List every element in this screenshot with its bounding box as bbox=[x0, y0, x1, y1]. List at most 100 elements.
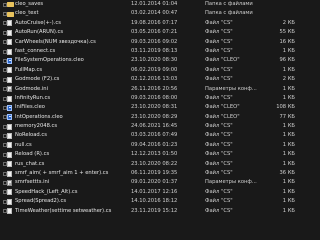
file-size: 1 КБ bbox=[282, 66, 295, 73]
file-date: 23.10.2020 08:29 bbox=[131, 113, 178, 120]
file-date: 24.06.2021 16:45 bbox=[131, 123, 178, 130]
file-date: 03.03.2016 07:49 bbox=[131, 132, 178, 139]
file-size: 1 КБ bbox=[282, 198, 295, 205]
file-date: 14.10.2016 18:12 bbox=[131, 198, 178, 205]
file-date: 03.11.2019 08:13 bbox=[131, 47, 178, 54]
file-type: Файл "CLEO" bbox=[205, 113, 240, 120]
file-name: cleo_text bbox=[15, 10, 39, 17]
file-row[interactable]: FullMap.cs 06.02.2019 09:00 Файл "CS" 1 … bbox=[0, 66, 301, 75]
file-icon bbox=[7, 161, 12, 168]
file-name: IntOperations.cleo bbox=[15, 113, 63, 120]
file-date: 23.11.2019 15:12 bbox=[131, 207, 178, 214]
file-name: cleo_saves bbox=[15, 1, 44, 7]
file-date: 12.12.2013 01:50 bbox=[131, 151, 178, 158]
file-size: 77 КБ bbox=[279, 113, 296, 120]
file-type: Файл "CS" bbox=[205, 198, 233, 205]
file-icon bbox=[7, 76, 12, 83]
file-size: 55 КБ bbox=[279, 29, 296, 36]
file-type: Файл "CS" bbox=[205, 47, 233, 54]
file-type: Файл "CS" bbox=[205, 38, 233, 45]
app-icon bbox=[7, 114, 12, 121]
file-row[interactable]: AutoCruise(+-).cs 19.08.2016 07:17 Файл … bbox=[0, 19, 301, 28]
app-icon bbox=[7, 104, 12, 111]
file-date: 23.10.2020 08:30 bbox=[131, 57, 178, 64]
file-date: 12.01.2014 01:04 bbox=[131, 1, 178, 7]
file-row[interactable]: fast_connect.cs 03.11.2019 08:13 Файл "C… bbox=[0, 47, 301, 56]
file-name: smrfsettts.ini bbox=[15, 179, 50, 186]
file-date: 23.10.2020 08:22 bbox=[131, 160, 178, 167]
file-row[interactable]: smrfsettts.ini 09.01.2020 01:37 Параметр… bbox=[0, 178, 301, 187]
file-row[interactable]: CarWheels(NUM звездочка).cs 09.03.2016 0… bbox=[0, 38, 301, 47]
file-row[interactable]: Godmode (F2).cs 02.12.2016 13:03 Файл "C… bbox=[0, 75, 301, 84]
file-size: 1 КБ bbox=[282, 123, 295, 130]
file-row[interactable]: smrf_aim( + smrf_aim 1 + enter).cs 06.11… bbox=[0, 169, 301, 178]
file-type: Файл "CLEO" bbox=[205, 57, 240, 64]
file-icon bbox=[7, 39, 12, 46]
file-size: 36 КБ bbox=[279, 170, 296, 177]
file-type: Папка с файлами bbox=[205, 10, 253, 17]
file-name: fast_connect.cs bbox=[15, 47, 56, 54]
file-icon bbox=[7, 20, 12, 27]
file-list: cleo_saves 12.01.2014 01:04 Папка с файл… bbox=[0, 0, 301, 216]
file-size: 1 КБ bbox=[282, 47, 295, 54]
file-name: AutoRun(ARUN).cs bbox=[15, 29, 64, 36]
file-type: Параметры конф... bbox=[205, 85, 257, 92]
file-icon bbox=[7, 189, 12, 196]
folder-icon bbox=[7, 11, 14, 17]
file-row[interactable]: Reload (R).cs 12.12.2013 01:50 Файл "CS"… bbox=[0, 150, 301, 159]
file-icon bbox=[7, 123, 12, 130]
file-row[interactable]: null.cs 09.04.2016 01:23 Файл "CS" 1 КБ bbox=[0, 141, 301, 150]
folder-icon bbox=[7, 2, 14, 8]
file-date: 06.02.2019 09:00 bbox=[131, 66, 178, 73]
file-date: 03.02.2014 00:47 bbox=[131, 10, 178, 17]
file-type: Файл "CS" bbox=[205, 66, 233, 73]
file-name: Spread(Spread2).cs bbox=[15, 198, 67, 205]
file-icon bbox=[7, 95, 12, 102]
file-type: Файл "CS" bbox=[205, 207, 233, 214]
file-row[interactable]: memory2048.cs 24.06.2021 16:45 Файл "CS"… bbox=[0, 122, 301, 131]
file-row[interactable]: IntOperations.cleo 23.10.2020 08:29 Файл… bbox=[0, 113, 301, 122]
file-date: 26.11.2016 20:56 bbox=[131, 85, 178, 92]
file-row[interactable]: TimeWeather(settime setweather).cs 23.11… bbox=[0, 207, 301, 216]
file-row[interactable]: cleo_text 03.02.2014 00:47 Папка с файла… bbox=[0, 9, 301, 18]
file-date: 09.01.2020 01:37 bbox=[131, 179, 178, 186]
file-date: 09.03.2016 08:00 bbox=[131, 94, 178, 101]
file-name: InfinityRun.cs bbox=[15, 94, 51, 101]
file-icon bbox=[7, 170, 12, 177]
file-type: Файл "CS" bbox=[205, 29, 233, 36]
file-icon bbox=[7, 208, 12, 215]
file-type: Папка с файлами bbox=[205, 1, 253, 7]
file-row[interactable]: SpeedHack_(Left_Alt).cs 14.01.2017 12:16… bbox=[0, 188, 301, 197]
file-name: smrf_aim( + smrf_aim 1 + enter).cs bbox=[15, 170, 109, 177]
file-name: AutoCruise(+-).cs bbox=[15, 19, 61, 26]
file-icon bbox=[7, 48, 12, 55]
file-row[interactable]: rus_chat.cs 23.10.2020 08:22 Файл "CS" 1… bbox=[0, 160, 301, 169]
file-size: 1 КБ bbox=[282, 179, 295, 186]
file-size: 1 КБ bbox=[282, 160, 295, 167]
file-date: 02.12.2016 13:03 bbox=[131, 76, 178, 83]
file-row[interactable]: cleo_saves 12.01.2014 01:04 Папка с файл… bbox=[0, 0, 301, 9]
file-date: 14.01.2017 12:16 bbox=[131, 188, 178, 195]
file-icon bbox=[7, 142, 12, 149]
file-type: Файл "CS" bbox=[205, 132, 233, 139]
file-type: Файл "CS" bbox=[205, 94, 233, 101]
file-date: 09.04.2016 01:23 bbox=[131, 141, 178, 148]
file-icon bbox=[7, 29, 12, 36]
file-icon bbox=[7, 133, 12, 140]
app-icon bbox=[7, 57, 12, 64]
file-icon bbox=[7, 151, 12, 158]
file-row[interactable]: Godmode.ini 26.11.2016 20:56 Параметры к… bbox=[0, 85, 301, 94]
file-row[interactable]: FileSystemOperations.cleo 23.10.2020 08:… bbox=[0, 56, 301, 65]
file-row[interactable]: NoReload.cs 03.03.2016 07:49 Файл "CS" 1… bbox=[0, 131, 301, 140]
file-date: 03.05.2016 07:21 bbox=[131, 29, 178, 36]
file-name: rus_chat.cs bbox=[15, 160, 45, 167]
file-icon bbox=[7, 198, 12, 205]
file-size: 108 КБ bbox=[276, 104, 295, 111]
file-row[interactable]: Spread(Spread2).cs 14.10.2016 18:12 Файл… bbox=[0, 197, 301, 206]
file-size: 2 КБ bbox=[282, 76, 295, 83]
file-type: Файл "CS" bbox=[205, 19, 233, 26]
file-row[interactable]: IniFiles.cleo 23.10.2020 08:31 Файл "CLE… bbox=[0, 103, 301, 112]
file-size: 1 КБ bbox=[282, 141, 295, 148]
file-row[interactable]: AutoRun(ARUN).cs 03.05.2016 07:21 Файл "… bbox=[0, 28, 301, 37]
file-row[interactable]: InfinityRun.cs 09.03.2016 08:00 Файл "CS… bbox=[0, 94, 301, 103]
